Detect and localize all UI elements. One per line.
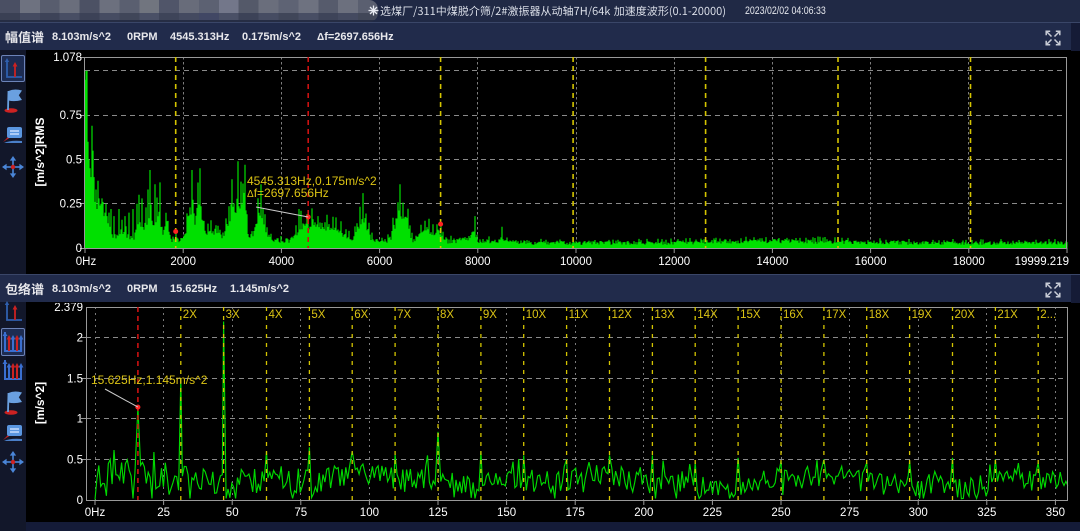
svg-text:2...: 2... [1040, 309, 1056, 321]
svg-text:15.625Hz,1.145m/s^2: 15.625Hz,1.145m/s^2 [91, 373, 208, 387]
svg-text:3X: 3X [226, 309, 240, 321]
svg-text:18000: 18000 [953, 256, 985, 268]
svg-text:225: 225 [703, 507, 722, 519]
svg-text:1: 1 [77, 414, 83, 426]
svg-text:350: 350 [1046, 507, 1065, 519]
svg-text:2000: 2000 [170, 256, 196, 268]
svg-text:6000: 6000 [367, 256, 393, 268]
svg-text:0.5: 0.5 [67, 455, 83, 467]
svg-text:50: 50 [226, 507, 239, 519]
svg-text:Δf=2697.656Hz: Δf=2697.656Hz [247, 186, 329, 200]
svg-text:175: 175 [566, 507, 585, 519]
svg-text:[m/s^2]RMS: [m/s^2]RMS [33, 117, 47, 186]
svg-text:25: 25 [157, 507, 170, 519]
svg-text:0.5: 0.5 [66, 154, 82, 166]
svg-text:19999.219: 19999.219 [1015, 256, 1069, 268]
svg-text:16X: 16X [783, 309, 804, 321]
svg-text:16000: 16000 [855, 256, 887, 268]
svg-text:1.5: 1.5 [67, 374, 83, 386]
svg-text:0: 0 [76, 243, 82, 255]
svg-text:0.75: 0.75 [60, 110, 82, 122]
svg-text:0.25: 0.25 [60, 199, 82, 211]
svg-text:325: 325 [977, 507, 996, 519]
svg-text:4X: 4X [269, 309, 283, 321]
svg-text:8X: 8X [440, 309, 454, 321]
svg-text:8000: 8000 [465, 256, 491, 268]
svg-text:21X: 21X [997, 309, 1018, 321]
svg-text:250: 250 [771, 507, 790, 519]
svg-text:13X: 13X [654, 309, 675, 321]
svg-text:[m/s^2]: [m/s^2] [33, 382, 47, 424]
svg-text:200: 200 [634, 507, 653, 519]
svg-text:2: 2 [77, 333, 83, 345]
svg-text:20X: 20X [955, 309, 976, 321]
svg-text:0Hz: 0Hz [76, 256, 97, 268]
svg-text:2.379: 2.379 [54, 303, 83, 314]
svg-text:19X: 19X [912, 309, 933, 321]
svg-text:17X: 17X [826, 309, 847, 321]
svg-text:150: 150 [497, 507, 516, 519]
svg-text:125: 125 [428, 507, 447, 519]
svg-text:75: 75 [294, 507, 307, 519]
svg-text:11X: 11X [569, 309, 589, 321]
svg-text:12000: 12000 [658, 256, 690, 268]
svg-text:2X: 2X [183, 309, 197, 321]
svg-text:4000: 4000 [269, 256, 295, 268]
svg-text:1.078: 1.078 [53, 52, 82, 64]
svg-text:7X: 7X [397, 309, 411, 321]
svg-text:0: 0 [77, 495, 83, 507]
svg-text:275: 275 [840, 507, 859, 519]
svg-text:0Hz: 0Hz [85, 507, 106, 519]
svg-text:14X: 14X [697, 309, 718, 321]
svg-text:18X: 18X [869, 309, 890, 321]
svg-text:10000: 10000 [560, 256, 592, 268]
svg-text:9X: 9X [483, 309, 497, 321]
svg-text:5X: 5X [311, 309, 325, 321]
svg-text:10X: 10X [526, 309, 547, 321]
svg-text:6X: 6X [354, 309, 368, 321]
svg-text:300: 300 [909, 507, 928, 519]
svg-text:12X: 12X [612, 309, 633, 321]
svg-text:14000: 14000 [756, 256, 788, 268]
svg-text:15X: 15X [740, 309, 761, 321]
svg-text:100: 100 [360, 507, 379, 519]
